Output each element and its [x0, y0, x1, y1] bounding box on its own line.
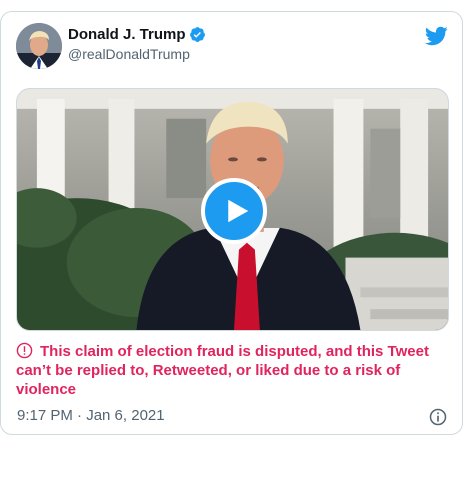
info-icon[interactable] — [428, 407, 448, 427]
disputed-claim-notice: This claim of election fraud is disputed… — [16, 342, 446, 399]
notice-text: This claim of election fraud is disputed… — [16, 343, 429, 398]
avatar[interactable] — [16, 23, 62, 69]
play-button[interactable] — [201, 178, 267, 244]
tweet-timestamp[interactable]: 9:17 PM · Jan 6, 2021 — [17, 407, 165, 424]
play-icon — [227, 199, 248, 223]
display-name[interactable]: Donald J. Trump — [68, 26, 186, 43]
author-name-row[interactable]: Donald J. Trump — [68, 26, 206, 43]
twitter-bird-icon[interactable] — [424, 24, 448, 48]
video-thumbnail[interactable] — [16, 88, 449, 331]
warning-circle-icon — [16, 342, 33, 359]
verified-badge-icon — [189, 27, 205, 42]
author-handle[interactable]: @realDonaldTrump — [68, 46, 190, 62]
tweet-card[interactable]: Donald J. Trump @realDonaldTrump This cl… — [0, 11, 463, 435]
